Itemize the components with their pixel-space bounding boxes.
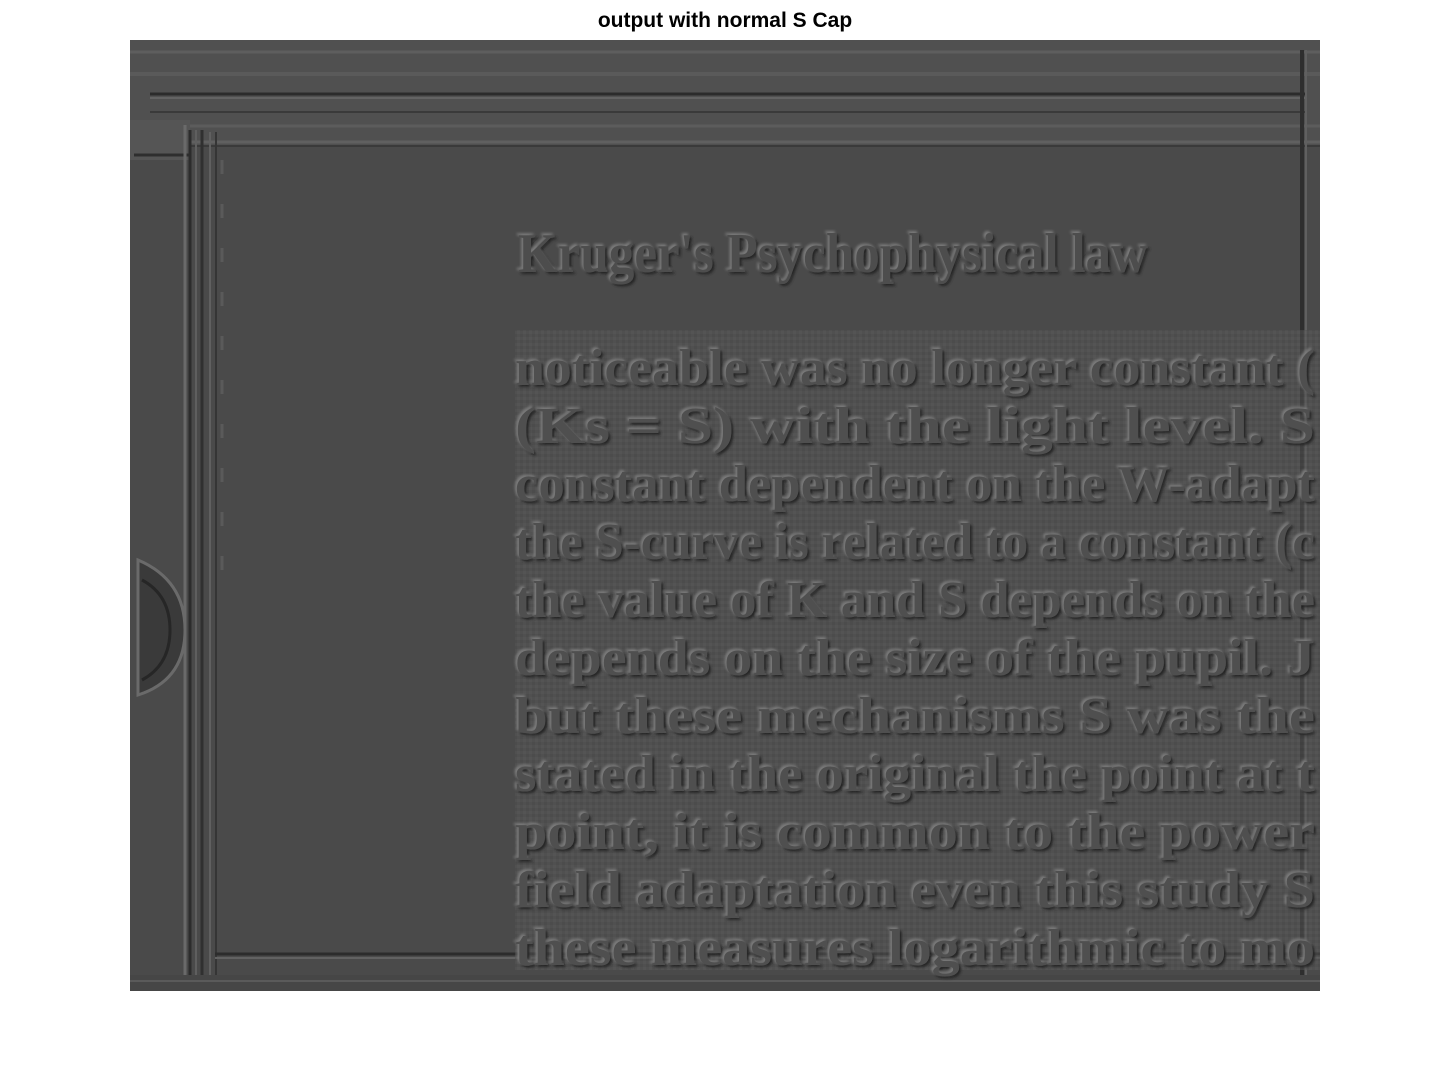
body-line: constant dependent on the W-adapt (515, 456, 1316, 513)
body-line: point, it is common to the power (515, 804, 1315, 861)
body-line: (Ks = S) with the light level. S (515, 398, 1315, 455)
image-body-lines: noticeable was no longer constant ( (Ks … (515, 340, 1316, 977)
body-line: stated in the original the point at t (515, 746, 1316, 803)
image-heading: Kruger's Psychophysical law (518, 223, 1148, 285)
body-line: the S-curve is related to a constant (c (515, 514, 1315, 571)
filtered-image-canvas: Kruger's Psychophysical law noticeable w… (130, 40, 1320, 991)
figure-title: output with normal S Cap (597, 9, 853, 32)
body-line: field adaptation even this study S (515, 862, 1315, 919)
body-line: but these mechanisms S was the (515, 688, 1315, 745)
body-line: the value of K and S depends on the (515, 572, 1315, 629)
body-line: depends on the size of the pupil. J (515, 630, 1315, 687)
filtered-image: Kruger's Psychophysical law noticeable w… (130, 40, 1320, 991)
body-line: these measures logarithmic to mo (515, 920, 1315, 977)
body-line: noticeable was no longer constant ( (515, 340, 1315, 397)
